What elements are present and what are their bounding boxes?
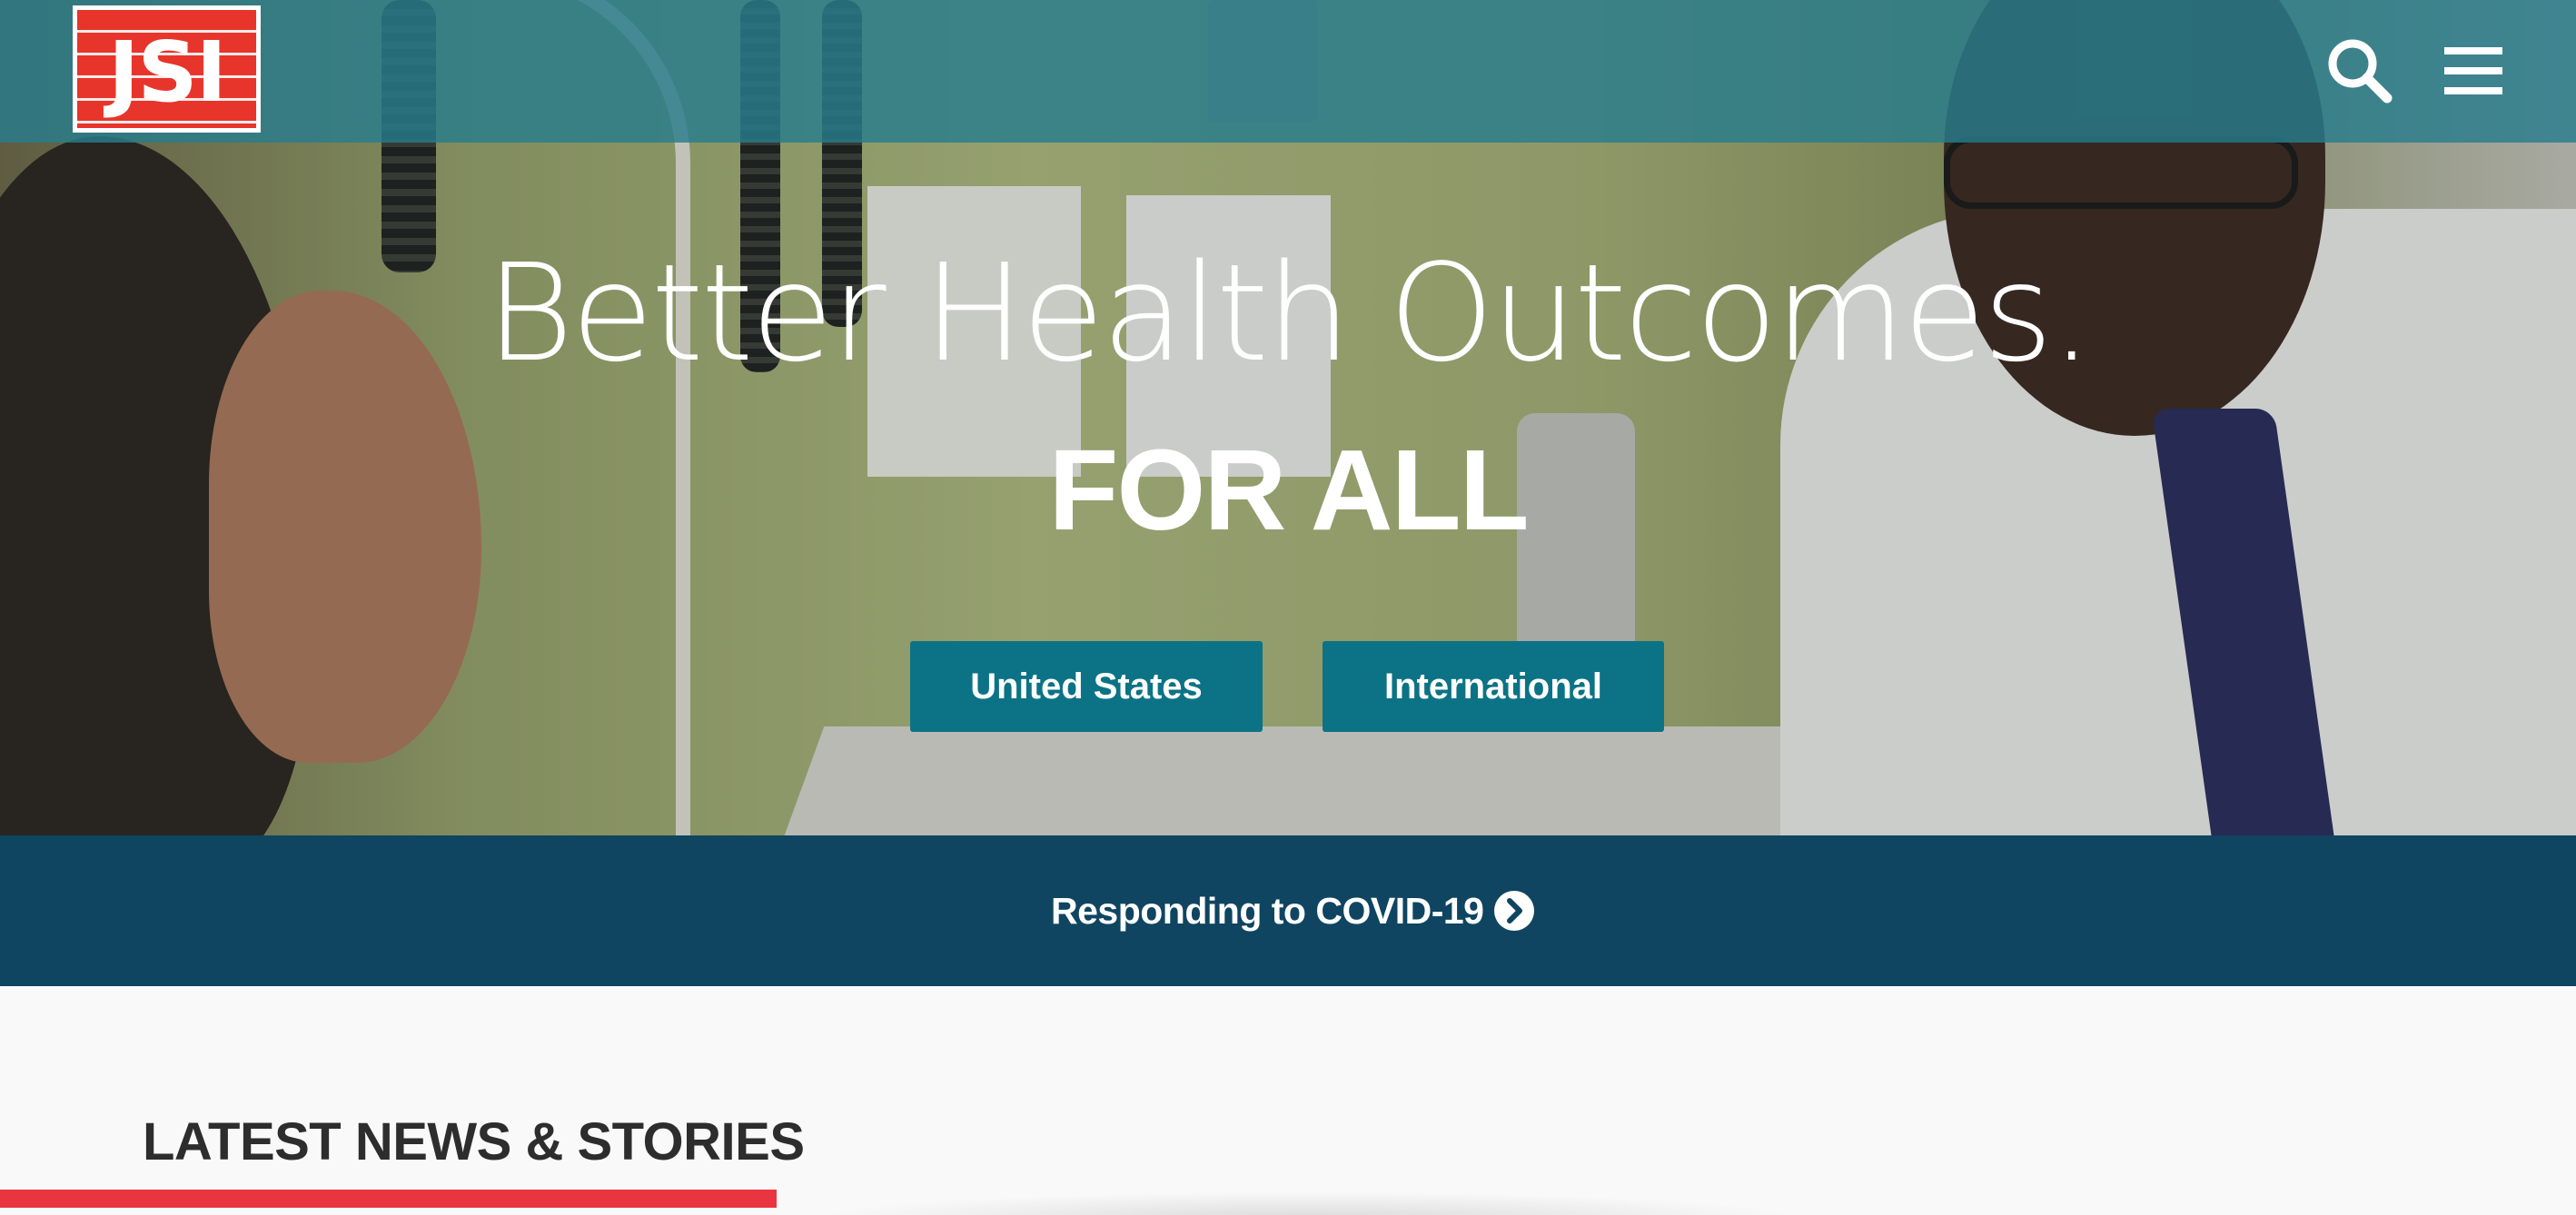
title-underline [0,1190,777,1208]
hamburger-menu-icon [2444,47,2502,94]
united-states-button[interactable]: United States [910,641,1263,732]
news-section: LATEST NEWS & STORIES [0,986,2576,1215]
covid-banner-text: Responding to COVID-19 [1051,889,1484,932]
logo-text: JSI [108,24,227,121]
search-button[interactable] [2323,35,2396,107]
hero-subheadline: FOR ALL [1048,426,1529,554]
jsi-logo[interactable]: JSI [73,5,261,133]
search-icon [2328,39,2393,104]
hero-headline: Better Health Outcomes. [485,235,2094,391]
news-card-edge [808,1191,1808,1215]
covid-response-link[interactable]: Responding to COVID-19 [1051,835,1536,986]
international-button[interactable]: International [1323,641,1664,732]
menu-button[interactable] [2437,35,2510,107]
chevron-right-circle-icon [1494,891,1535,931]
covid-banner: Responding to COVID-19 [0,835,2576,986]
site-header: JSI [0,0,2576,143]
news-section-title: LATEST NEWS & STORIES [143,1112,805,1171]
